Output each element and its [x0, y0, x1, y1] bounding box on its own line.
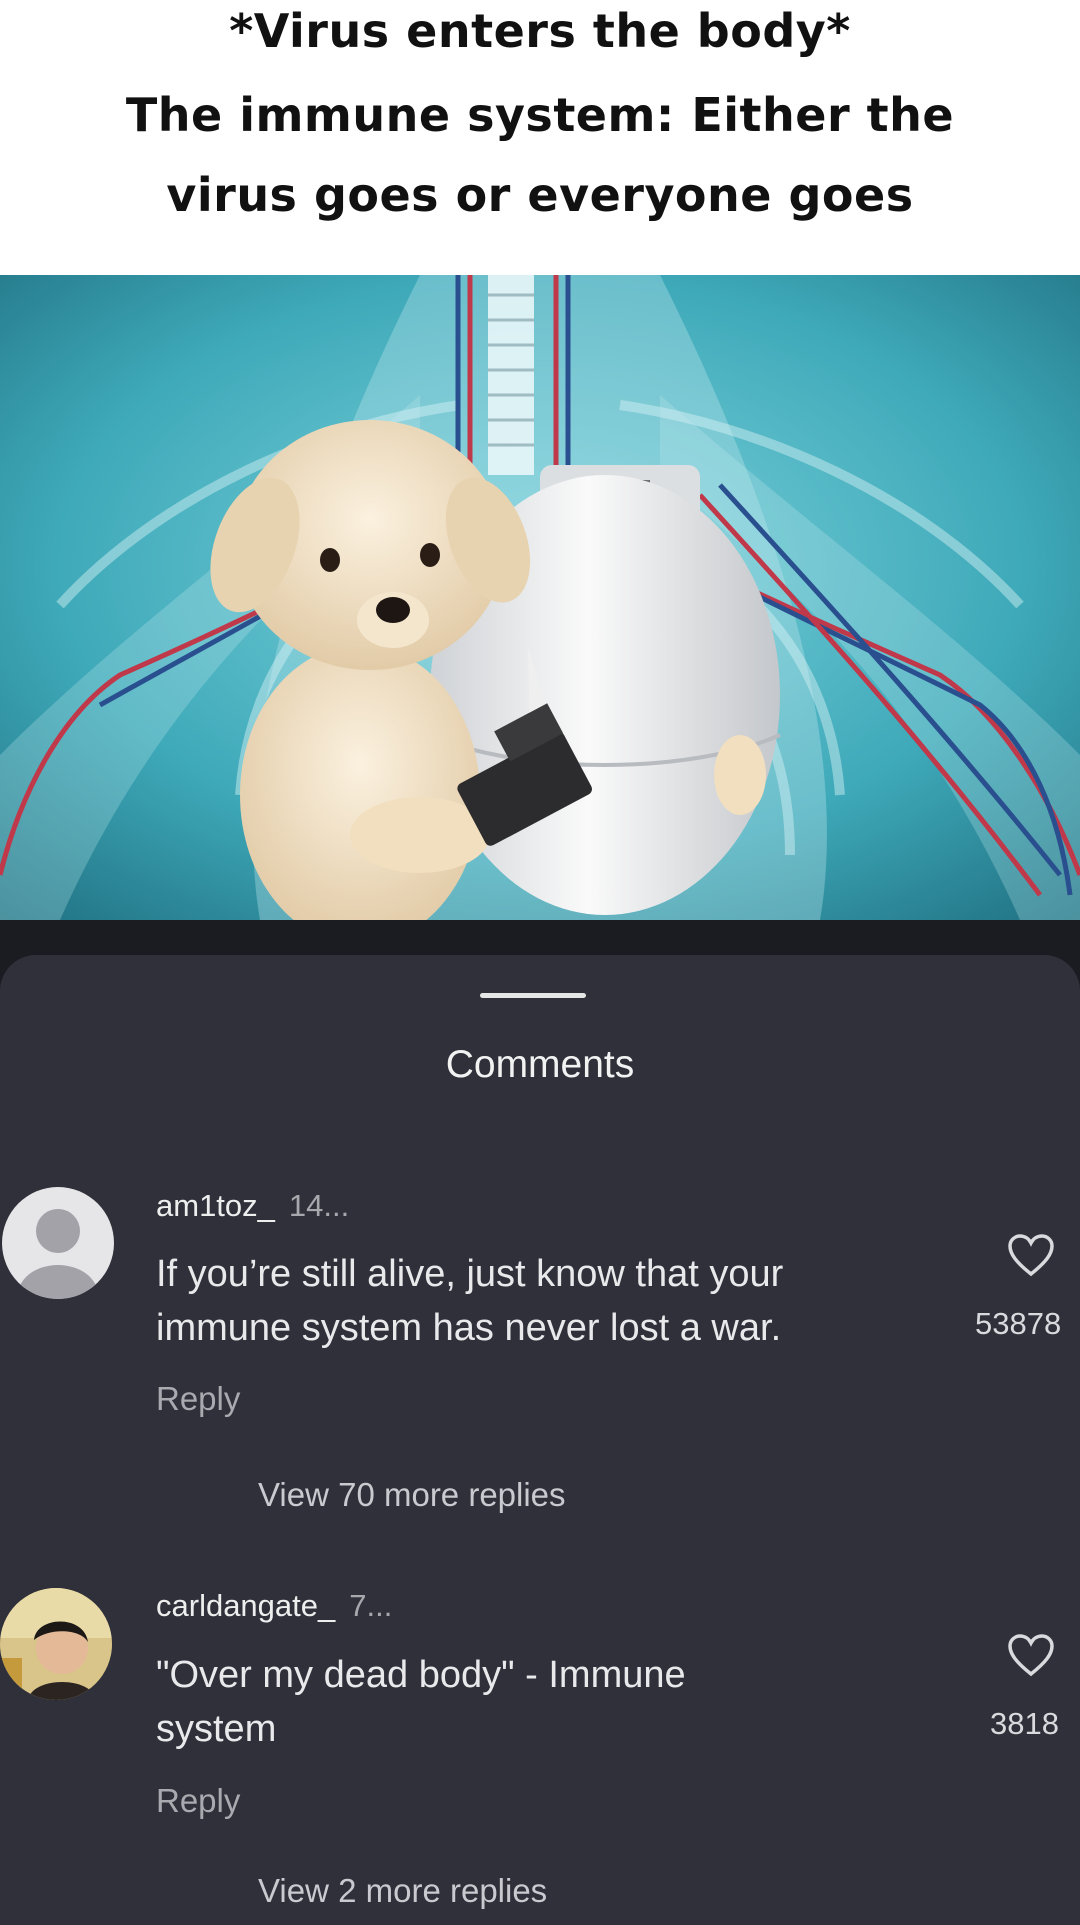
caption-line-3: virus goes or everyone goes — [166, 168, 914, 222]
sheet-title: Comments — [445, 1043, 635, 1086]
comment-username[interactable]: am1toz_ 14... — [156, 1188, 349, 1224]
caption-line-2: The immune system: Either the — [125, 88, 955, 142]
like-count: 3818 — [990, 1706, 1059, 1741]
comments-sheet — [0, 955, 1080, 1925]
avatar[interactable] — [0, 1588, 112, 1700]
comment-text-line-1: "Over my dead body" - Immune — [156, 1654, 686, 1696]
default-avatar-icon — [18, 1209, 98, 1299]
username-text[interactable]: am1toz_ — [156, 1188, 275, 1223]
username-text[interactable]: carldangate_ — [156, 1588, 335, 1623]
avatar[interactable] — [2, 1187, 114, 1299]
meme-image — [0, 275, 1080, 920]
drag-handle[interactable] — [480, 993, 586, 998]
comment-text-line-2: system — [156, 1708, 277, 1750]
caption-line-1: *Virus enters the body* — [229, 4, 851, 58]
heart-icon[interactable] — [1006, 1632, 1056, 1678]
view-more-replies[interactable]: View 70 more replies — [258, 1476, 566, 1514]
heart-icon[interactable] — [1006, 1232, 1056, 1278]
user-photo-icon — [0, 1588, 112, 1700]
meme-caption: *Virus enters the body* The immune syste… — [0, 0, 1080, 275]
reply-button[interactable]: Reply — [156, 1380, 240, 1418]
reply-button[interactable]: Reply — [156, 1782, 240, 1820]
comment-time: 14... — [288, 1188, 350, 1223]
view-more-replies[interactable]: View 2 more replies — [258, 1872, 547, 1910]
comment-text-line-1: If you’re still alive, just know that yo… — [156, 1253, 784, 1295]
like-count: 53878 — [975, 1306, 1062, 1341]
comment-text-line-2: immune system has never lost a war. — [156, 1307, 782, 1349]
comment-username[interactable]: carldangate_ 7... — [156, 1588, 392, 1624]
puppy-propane-illustration — [0, 275, 1080, 920]
comment-time: 7... — [349, 1588, 393, 1623]
